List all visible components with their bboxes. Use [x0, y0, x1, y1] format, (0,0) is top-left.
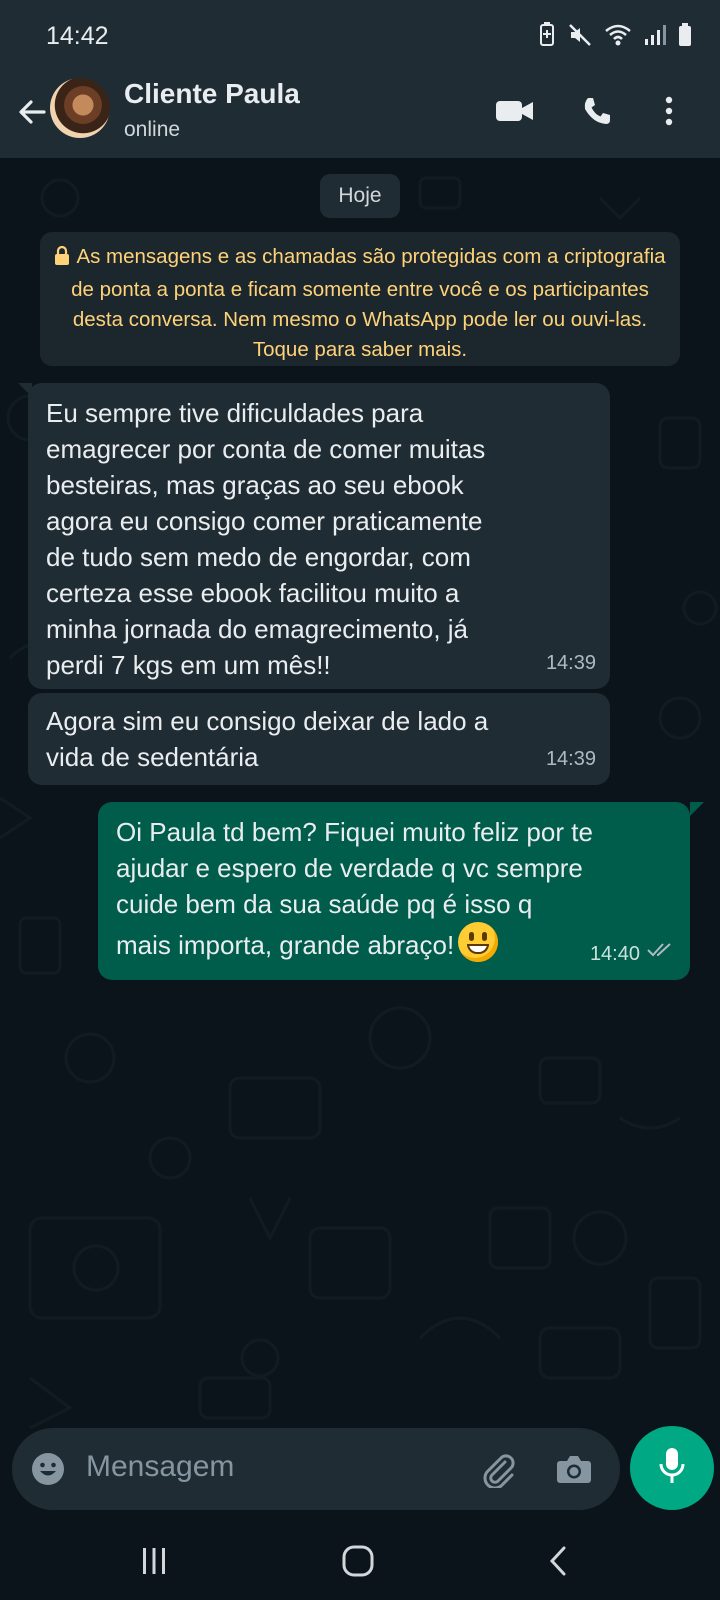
back-arrow-icon[interactable]: [10, 90, 54, 134]
recent-apps-icon[interactable]: [124, 1536, 184, 1586]
mic-icon: [657, 1446, 687, 1491]
message-text: Eu sempre tive dificuldades para emagrec…: [46, 398, 486, 680]
grinning-face-emoji: [458, 922, 499, 962]
more-options-icon[interactable]: [644, 86, 694, 136]
message-bubble-outgoing[interactable]: Oi Paula td bem? Fiquei muito feliz por …: [98, 802, 690, 980]
system-nav-bar: [0, 1522, 720, 1600]
bubble-tail: [690, 802, 704, 816]
voice-call-icon[interactable]: [572, 86, 622, 136]
bubble-tail: [18, 383, 32, 397]
read-receipt-icon: [646, 932, 676, 968]
chat-area[interactable]: Hoje As mensagens e as chamadas são prot…: [0, 158, 720, 1433]
message-text: Oi Paula td bem? Fiquei muito feliz por …: [116, 814, 672, 963]
wifi-icon: [604, 23, 632, 47]
message-time: 14:39: [545, 748, 596, 770]
encryption-notice[interactable]: As mensagens e as chamadas são protegida…: [40, 232, 680, 366]
message-bubble-incoming[interactable]: Eu sempre tive dificuldades para emagrec…: [28, 383, 610, 689]
message-bubble-incoming[interactable]: Agora sim eu consigo deixar de lado a vi…: [28, 693, 610, 785]
message-input[interactable]: Mensagem: [86, 1450, 234, 1484]
message-composer[interactable]: Mensagem: [12, 1428, 620, 1510]
message-text: Agora sim eu consigo deixar de lado a vi…: [46, 706, 489, 772]
encryption-notice-text: As mensagens e as chamadas são protegida…: [71, 245, 666, 361]
battery-saver-icon: [538, 22, 556, 48]
status-time: 14:42: [46, 22, 109, 50]
contact-name[interactable]: Cliente Paula: [124, 78, 300, 110]
message-text-content: Oi Paula td bem? Fiquei muito feliz por …: [116, 817, 593, 960]
date-divider: Hoje: [320, 174, 400, 218]
signal-icon: [644, 24, 666, 46]
message-time: 14:39: [545, 652, 596, 674]
lock-icon: [54, 245, 70, 275]
battery-icon: [678, 23, 692, 47]
status-bar: 14:42: [0, 0, 720, 72]
mic-button[interactable]: [630, 1426, 714, 1510]
mute-icon: [568, 23, 592, 47]
avatar[interactable]: [50, 78, 110, 138]
home-icon[interactable]: [328, 1536, 388, 1586]
video-call-icon[interactable]: [490, 86, 540, 136]
back-nav-icon[interactable]: [528, 1536, 588, 1586]
chat-header: Cliente Paula online: [0, 72, 720, 158]
camera-icon[interactable]: [552, 1447, 596, 1491]
status-icons: [538, 22, 692, 48]
contact-status: online: [124, 118, 181, 141]
emoji-icon[interactable]: [26, 1447, 70, 1491]
attach-icon[interactable]: [476, 1447, 520, 1491]
message-time: 14:40: [589, 943, 640, 965]
